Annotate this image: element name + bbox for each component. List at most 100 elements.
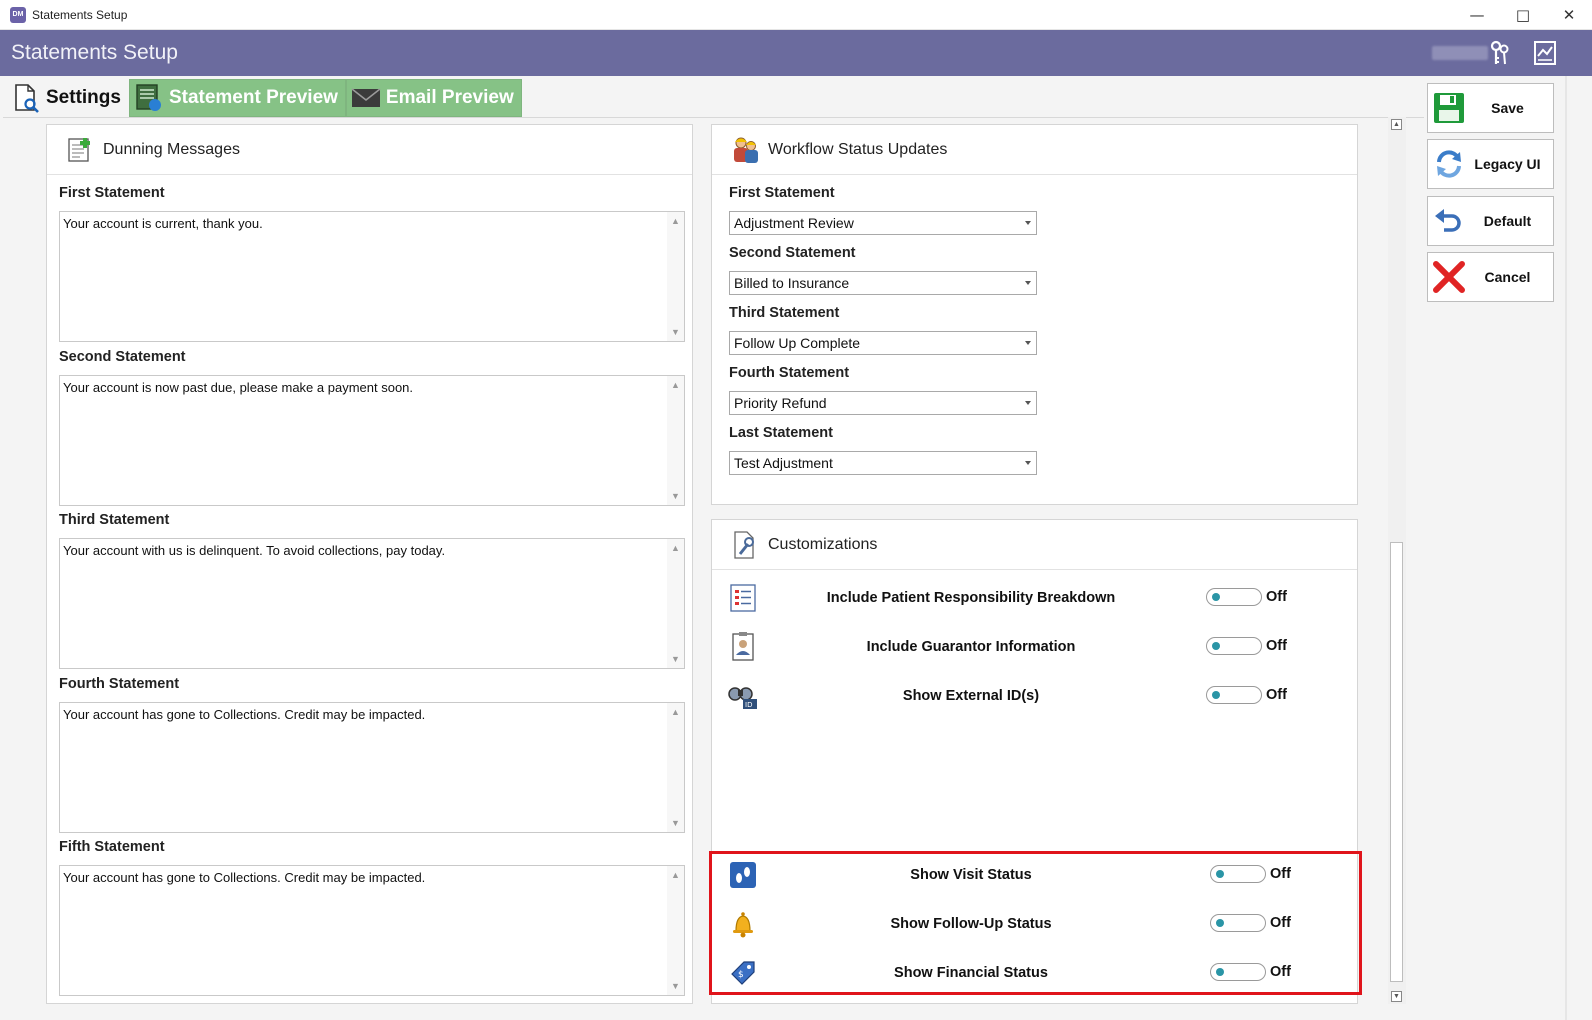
dunning-message-first[interactable]: Your account is current, thank you. ▲ ▼ [59, 211, 685, 342]
workflow-status-panel: Workflow Status Updates First Statement … [711, 124, 1358, 505]
toggle-state-text: Off [1266, 589, 1287, 605]
toggle-patient-responsibility[interactable] [1206, 588, 1262, 606]
dunning-messages-title: Dunning Messages [103, 140, 240, 158]
legacy-ui-button[interactable]: Legacy UI [1427, 139, 1554, 189]
toggle-knob [1212, 593, 1220, 601]
workflow-value-third: Follow Up Complete [734, 335, 861, 351]
workflow-label-second: Second Statement [729, 245, 856, 261]
dunning-text-second: Your account is now past due, please mak… [63, 380, 414, 395]
dunning-label-first: First Statement [59, 185, 165, 201]
default-button[interactable]: Default [1427, 196, 1554, 246]
customization-label: Show External ID(s) [902, 688, 1040, 704]
tab-bar: Settings Statement Preview Email Preview [6, 79, 522, 117]
customization-row-patient-responsibility: Include Patient Responsibility Breakdown… [726, 581, 1346, 615]
envelope-icon [351, 83, 381, 113]
workflow-value-last: Test Adjustment [734, 455, 833, 471]
workflow-status-title: Workflow Status Updates [768, 140, 948, 158]
scrollbar[interactable]: ▲ ▼ [667, 539, 684, 668]
workflow-select-last[interactable]: Test Adjustment [729, 451, 1037, 475]
app-header: Statements Setup [0, 30, 1592, 76]
scrollbar[interactable]: ▲ ▼ [667, 376, 684, 505]
keys-icon[interactable] [1486, 39, 1514, 67]
workflow-select-first[interactable]: Adjustment Review [729, 211, 1037, 235]
toggle-guarantor[interactable] [1206, 637, 1262, 655]
default-button-label: Default [1483, 213, 1532, 229]
user-name-blurred [1432, 46, 1488, 60]
scrollbar[interactable]: ▲ ▼ [667, 703, 684, 832]
minimize-icon[interactable]: — [1454, 0, 1500, 30]
customizations-title: Customizations [768, 535, 878, 553]
scroll-up-icon[interactable]: ▲ [1391, 119, 1402, 130]
save-button-label: Save [1491, 100, 1524, 116]
scroll-thumb[interactable] [1390, 542, 1403, 982]
dunning-message-fifth[interactable]: Your account has gone to Collections. Cr… [59, 865, 685, 996]
app-icon: DM [10, 6, 26, 23]
customization-label: Include Patient Responsibility Breakdown [826, 590, 1116, 606]
workflow-select-fourth[interactable]: Priority Refund [729, 391, 1037, 415]
workflow-value-fourth: Priority Refund [734, 395, 827, 411]
customization-row-guarantor: Include Guarantor Information Off [726, 630, 1346, 664]
tab-email-preview[interactable]: Email Preview [345, 79, 522, 117]
customization-row-external-id: ID Show External ID(s) Off [726, 679, 1346, 713]
tab-statement-preview[interactable]: Statement Preview [128, 79, 346, 117]
chevron-down-icon [1025, 401, 1031, 405]
scrollbar[interactable]: ▲ ▼ [667, 866, 684, 995]
toggle-state-text: Off [1266, 638, 1287, 654]
workflow-label-last: Last Statement [729, 425, 833, 441]
workflow-select-third[interactable]: Follow Up Complete [729, 331, 1037, 355]
statement-preview-icon [134, 83, 164, 113]
dunning-text-fourth: Your account has gone to Collections. Cr… [63, 707, 426, 722]
scrollbar[interactable]: ▲ ▼ [667, 212, 684, 341]
legacy-ui-button-label: Legacy UI [1474, 156, 1541, 172]
chevron-down-icon [1025, 221, 1031, 225]
binoculars-id-icon: ID [726, 679, 760, 713]
dunning-messages-header: Dunning Messages [47, 125, 692, 175]
close-icon[interactable]: ✕ [1546, 0, 1592, 30]
dunning-label-fourth: Fourth Statement [59, 676, 180, 692]
workflow-label-fourth: Fourth Statement [729, 365, 850, 381]
customizations-header: Customizations [712, 520, 1357, 570]
floppy-disk-icon [1430, 89, 1468, 127]
window-title: Statements Setup [32, 7, 128, 22]
dunning-label-fifth: Fifth Statement [59, 839, 165, 855]
window-right-edge [1565, 76, 1567, 1020]
toggle-external-id[interactable] [1206, 686, 1262, 704]
refresh-icon [1430, 145, 1468, 183]
tab-settings-label: Settings [46, 87, 121, 108]
dunning-message-third[interactable]: Your account with us is delinquent. To a… [59, 538, 685, 669]
cancel-button[interactable]: Cancel [1427, 252, 1554, 302]
main-scrollbar[interactable]: ▲ ▼ [1388, 117, 1406, 1004]
workers-icon [730, 135, 760, 165]
workflow-select-second[interactable]: Billed to Insurance [729, 271, 1037, 295]
workflow-status-header: Workflow Status Updates [712, 125, 1357, 175]
tab-email-preview-label: Email Preview [385, 87, 514, 108]
svg-text:ID: ID [745, 701, 752, 709]
cancel-button-label: Cancel [1484, 269, 1531, 285]
tab-statement-preview-label: Statement Preview [168, 87, 338, 108]
dunning-text-fifth: Your account has gone to Collections. Cr… [63, 870, 426, 885]
tab-settings[interactable]: Settings [6, 79, 129, 117]
toggle-knob [1212, 691, 1220, 699]
report-icon[interactable] [1531, 39, 1559, 67]
chevron-down-icon [1025, 461, 1031, 465]
settings-document-icon [11, 83, 41, 113]
toggle-state-text: Off [1266, 687, 1287, 703]
dunning-text-first: Your account is current, thank you. [63, 216, 263, 231]
list-icon [726, 581, 760, 615]
customization-label: Include Guarantor Information [866, 639, 1076, 655]
dunning-message-second[interactable]: Your account is now past due, please mak… [59, 375, 685, 506]
maximize-icon[interactable]: □ [1500, 0, 1546, 30]
workflow-value-first: Adjustment Review [734, 215, 854, 231]
red-x-icon [1430, 258, 1468, 296]
undo-arrow-icon [1430, 202, 1468, 240]
id-card-icon [726, 630, 760, 664]
dunning-label-third: Third Statement [59, 512, 170, 528]
workflow-label-third: Third Statement [729, 305, 840, 321]
workflow-label-first: First Statement [729, 185, 835, 201]
dunning-message-fourth[interactable]: Your account has gone to Collections. Cr… [59, 702, 685, 833]
chevron-down-icon [1025, 281, 1031, 285]
dunning-label-second: Second Statement [59, 349, 186, 365]
save-button[interactable]: Save [1427, 83, 1554, 133]
scroll-down-icon[interactable]: ▼ [1391, 991, 1402, 1002]
highlight-box [709, 851, 1362, 995]
